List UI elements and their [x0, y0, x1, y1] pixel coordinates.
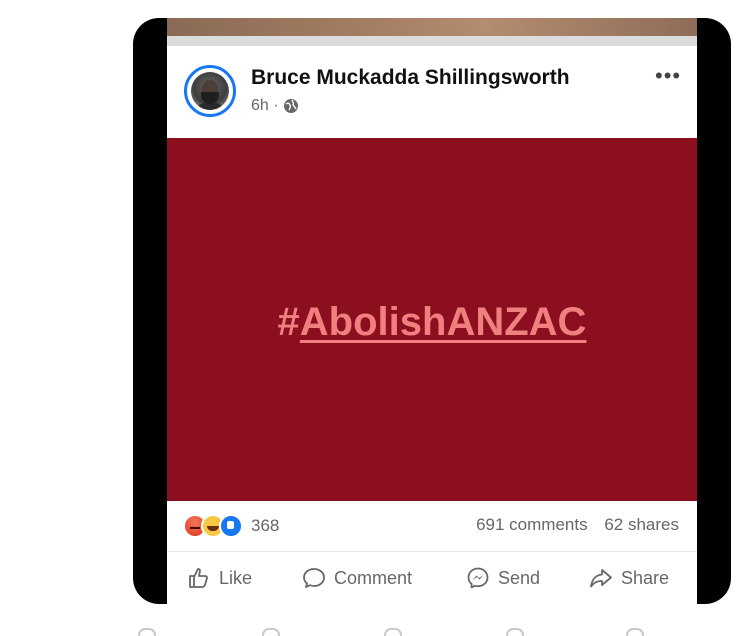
reactions-summary[interactable]: 368: [183, 514, 279, 538]
send-icon: [467, 567, 489, 589]
post-header: Bruce Muckadda Shillingsworth 6h · •••: [167, 46, 697, 138]
views-icon[interactable]: [506, 628, 524, 636]
tweet-action-icons-cropped: [0, 626, 750, 636]
more-icon[interactable]: •••: [655, 65, 681, 87]
post-stats: 368 691 comments 62 shares: [167, 501, 697, 551]
like-label: Like: [219, 567, 253, 588]
retweet-icon[interactable]: [262, 628, 280, 636]
bookmark-icon[interactable]: [626, 628, 644, 636]
post-time[interactable]: 6h ·: [251, 97, 279, 115]
screenshot-frame: Bruce Muckadda Shillingsworth 6h · ••• #…: [133, 18, 731, 604]
author-name[interactable]: Bruce Muckadda Shillingsworth: [251, 66, 570, 90]
comments-count[interactable]: 691 comments: [476, 515, 588, 534]
hashtag-symbol: #: [277, 300, 300, 344]
share-icon: [590, 569, 612, 588]
post-divider: [167, 36, 697, 46]
facebook-post: Bruce Muckadda Shillingsworth 6h · ••• #…: [167, 18, 697, 604]
send-label: Send: [498, 567, 541, 588]
like-button[interactable]: Like: [187, 566, 252, 590]
hashtag-text: AbolishANZAC: [299, 300, 587, 344]
comment-button[interactable]: Comment: [302, 566, 412, 590]
avatar[interactable]: [184, 65, 236, 117]
reactions-count: 368: [251, 516, 280, 535]
engagement-counts: 691 comments 62 shares: [476, 515, 679, 535]
post-banner: #AbolishANZAC: [167, 138, 697, 501]
hashtag-link[interactable]: #AbolishANZAC: [278, 300, 587, 345]
reply-icon[interactable]: [138, 628, 156, 636]
like-tweet-icon[interactable]: [384, 628, 402, 636]
comment-icon: [303, 568, 325, 588]
profile-photo: [191, 72, 229, 110]
shares-count[interactable]: 62 shares: [604, 515, 679, 534]
action-bar: Like Comment Send Share: [167, 551, 697, 604]
comment-label: Comment: [334, 567, 413, 588]
previous-post-image-edge: [167, 18, 697, 36]
post-meta: 6h ·: [251, 97, 299, 115]
globe-icon: [283, 99, 298, 113]
send-button[interactable]: Send: [466, 566, 540, 590]
like-reaction-icon: [219, 514, 243, 538]
share-button[interactable]: Share: [589, 566, 669, 590]
like-icon: [189, 568, 208, 588]
share-label: Share: [621, 567, 670, 588]
